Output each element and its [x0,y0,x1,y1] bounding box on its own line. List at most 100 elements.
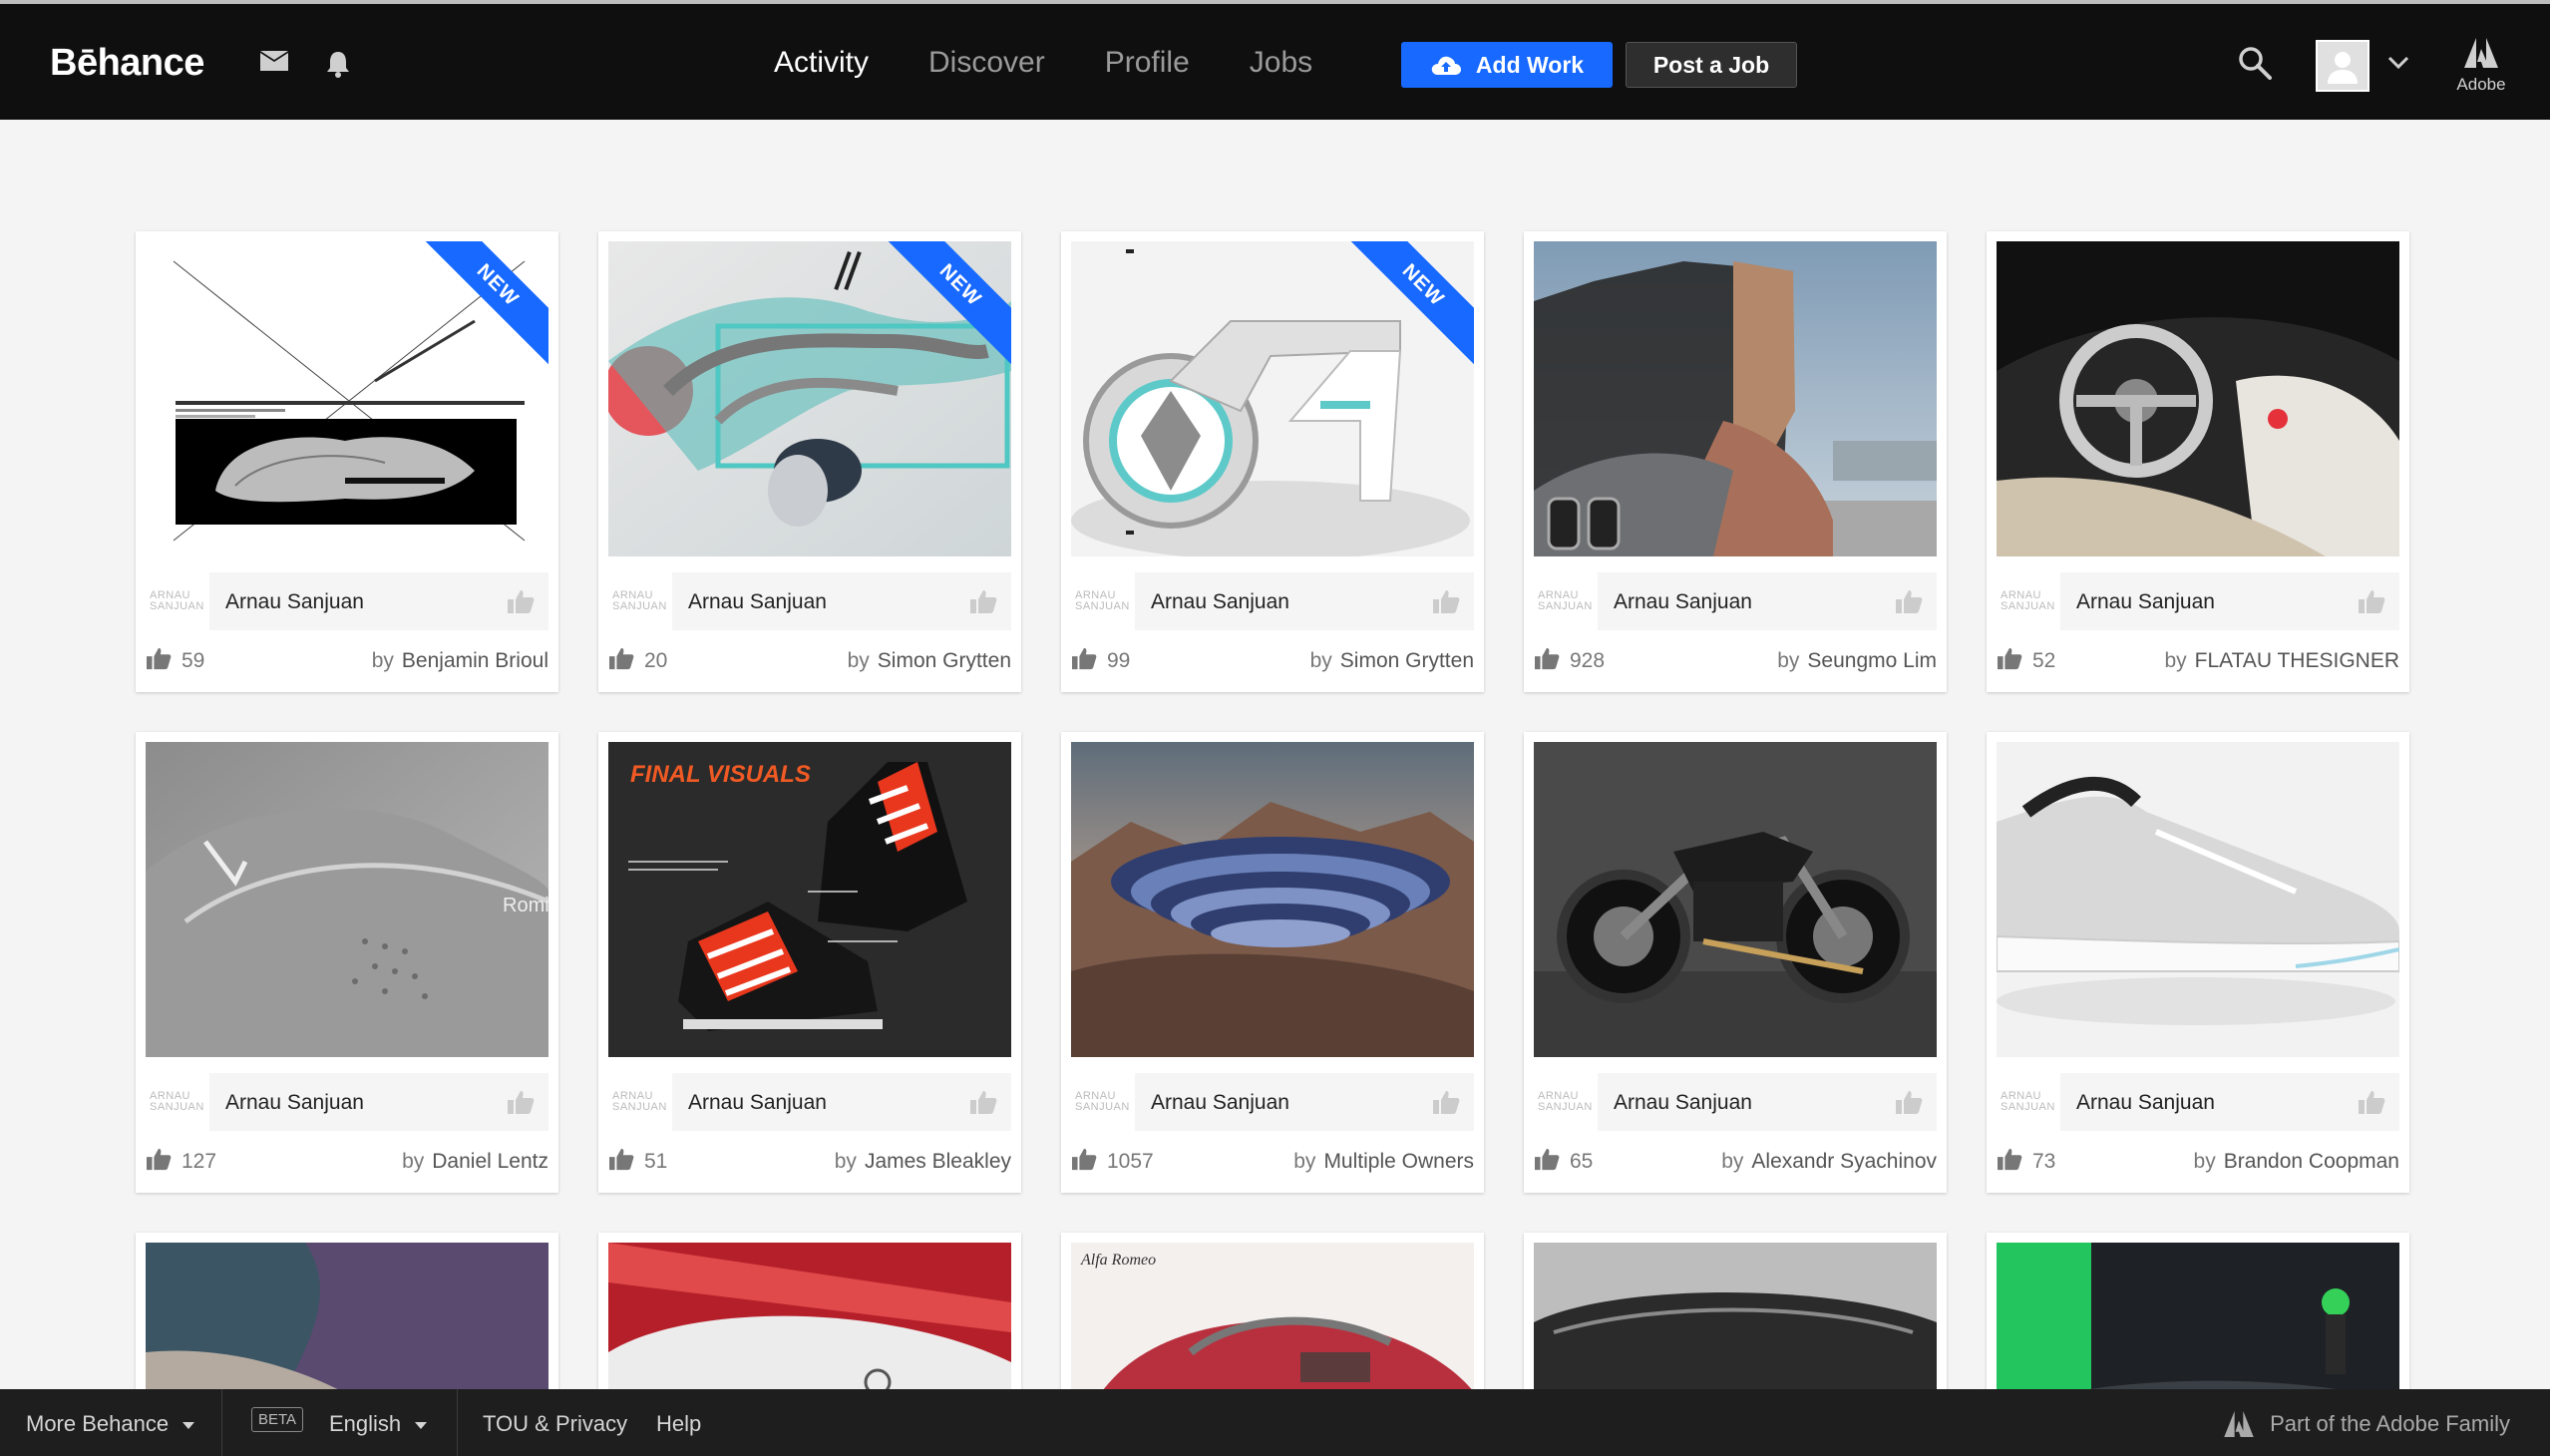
thumbs-up-icon [147,1148,172,1171]
project-card[interactable]: ARNAU SANJUAN Arnau Sanjuan 73 by Brandon… [1987,732,2409,1193]
author-name[interactable]: Brandon Coopman [2224,1150,2399,1173]
project-card[interactable]: NEW ARNAU SANJUAN Arnau Sanjuan 99 by Sim… [1061,231,1484,692]
search-icon[interactable] [2238,46,2272,80]
owner-name[interactable]: Arnau Sanjuan [225,590,364,614]
owner-chip[interactable]: Arnau Sanjuan [1135,1073,1474,1131]
thumbs-up-icon[interactable] [1432,1089,1460,1115]
project-thumbnail[interactable] [1997,742,2399,1057]
more-behance-menu[interactable]: More Behance [26,1411,195,1437]
project-card[interactable]: ARNAU SANJUAN Arnau Sanjuan 1057 by Multi… [1061,732,1484,1193]
owner-name[interactable]: Arnau Sanjuan [1151,590,1289,614]
footer-bar: More Behance BETA English TOU & Privacy … [0,1389,2550,1456]
owner-name[interactable]: Arnau Sanjuan [2076,1091,2215,1115]
owner-chip[interactable]: Arnau Sanjuan [2060,1073,2399,1131]
project-thumbnail[interactable] [1534,241,1937,556]
caret-down-icon [182,1421,195,1429]
thumbs-up-icon[interactable] [2358,588,2385,614]
author-name[interactable]: FLATAU THESIGNER [2195,649,2399,672]
owner-logo: ARNAU SANJUAN [2001,589,2055,612]
likes-count: 99 [1107,649,1131,672]
owner-chip[interactable]: Arnau Sanjuan [672,1073,1011,1131]
project-card[interactable]: ARNAU SANJUAN Arnau Sanjuan 52 by FLATAU … [1987,231,2409,692]
owner-name[interactable]: Arnau Sanjuan [1614,1091,1752,1115]
owner-logo: ARNAU SANJUAN [150,589,204,612]
author-name[interactable]: Benjamin Brioul [402,649,548,672]
owner-chip[interactable]: Arnau Sanjuan [672,572,1011,630]
project-thumbnail[interactable]: FINAL VISUALS [608,742,1011,1057]
owner-logo: ARNAU SANJUAN [1075,589,1130,612]
thumbs-up-icon[interactable] [2358,1089,2385,1115]
owner-chip[interactable]: Arnau Sanjuan [209,1073,548,1131]
project-card[interactable]: NEW ARNAU SANJUAN Arnau Sanjuan 20 by Sim… [598,231,1021,692]
project-card[interactable]: FINAL VISUALS ARNAU SANJUAN Arnau Sanjua… [598,732,1021,1193]
behance-logo[interactable]: Bēhance [50,42,204,85]
owner-name[interactable]: Arnau Sanjuan [225,1091,364,1115]
owner-name[interactable]: Arnau Sanjuan [1151,1091,1289,1115]
thumbs-up-icon[interactable] [507,1089,535,1115]
thumbs-up-icon[interactable] [969,588,997,614]
project-thumbnail[interactable] [1071,742,1474,1057]
project-stats: 928 by Seungmo Lim [1534,646,1937,676]
tou-privacy-link[interactable]: TOU & Privacy [483,1411,627,1437]
owner-name[interactable]: Arnau Sanjuan [688,1091,827,1115]
help-link[interactable]: Help [656,1411,701,1437]
caret-down-icon [415,1421,428,1429]
owner-chip[interactable]: Arnau Sanjuan [2060,572,2399,630]
project-card[interactable]: ARNAU SANJUAN Arnau Sanjuan 65 by Alexand… [1524,732,1947,1193]
owner-name[interactable]: Arnau Sanjuan [2076,590,2215,614]
add-work-button[interactable]: Add Work [1401,42,1613,88]
mail-icon[interactable] [259,50,289,72]
user-avatar[interactable] [2316,40,2369,92]
author-name[interactable]: Simon Grytten [878,649,1011,672]
project-thumbnail[interactable]: NEW [146,241,548,556]
thumbs-up-icon[interactable] [1432,588,1460,614]
nav-activity[interactable]: Activity [774,46,869,80]
nav-profile[interactable]: Profile [1105,46,1190,80]
author-name[interactable]: Seungmo Lim [1807,649,1937,672]
post-a-job-button[interactable]: Post a Job [1626,42,1797,88]
project-thumbnail[interactable]: NEW [608,241,1011,556]
thumbs-up-icon [609,1148,634,1171]
author-name[interactable]: Multiple Owners [1323,1150,1474,1173]
project-thumbnail[interactable]: Romi [146,742,548,1057]
owner-chip[interactable]: Arnau Sanjuan [1135,572,1474,630]
nav-jobs[interactable]: Jobs [1250,46,1312,80]
thumbs-up-icon [609,647,634,670]
author-credit: by Simon Grytten [847,649,1011,672]
project-card[interactable]: Romi ARNAU SANJUAN Arnau Sanjuan 127 by D… [136,732,558,1193]
likes-count: 127 [182,1150,217,1173]
author-name[interactable]: Simon Grytten [1340,649,1474,672]
project-thumbnail[interactable] [1534,742,1937,1057]
thumbs-up-icon[interactable] [507,588,535,614]
author-credit: by Simon Grytten [1309,649,1474,672]
thumbs-up-icon[interactable] [1895,588,1923,614]
project-thumbnail[interactable] [1997,241,2399,556]
author-name[interactable]: Alexandr Syachinov [1751,1150,1937,1173]
thumbs-up-icon[interactable] [1895,1089,1923,1115]
owner-logo: ARNAU SANJUAN [1538,589,1593,612]
likes-count: 73 [2032,1150,2056,1173]
chevron-down-icon[interactable] [2387,56,2409,70]
nav-discover[interactable]: Discover [928,46,1045,80]
owner-name[interactable]: Arnau Sanjuan [1614,590,1752,614]
project-stats: 52 by FLATAU THESIGNER [1997,646,2399,676]
adobe-family-link[interactable]: Part of the Adobe Family [2224,1411,2510,1437]
project-card[interactable]: ARNAU SANJUAN Arnau Sanjuan 928 by Seungm… [1524,231,1947,692]
author-credit: by Daniel Lentz [402,1150,548,1173]
owner-logo: ARNAU SANJUAN [1538,1090,1593,1113]
bell-icon[interactable] [325,50,351,78]
owner-chip[interactable]: Arnau Sanjuan [1598,572,1937,630]
language-selector[interactable]: English [329,1411,428,1437]
project-thumbnail[interactable]: NEW [1071,241,1474,556]
owner-name[interactable]: Arnau Sanjuan [688,590,827,614]
owner-chip[interactable]: Arnau Sanjuan [209,572,548,630]
adobe-link[interactable]: Adobe [2449,38,2513,95]
author-name[interactable]: Daniel Lentz [432,1150,548,1173]
project-card[interactable]: NEW ARNAU SANJUAN Arnau Sanjuan 59 by Ben… [136,231,558,692]
owner-chip[interactable]: Arnau Sanjuan [1598,1073,1937,1131]
thumbs-up-icon[interactable] [969,1089,997,1115]
footer-divider [221,1389,222,1456]
owner-row: ARNAU SANJUAN Arnau Sanjuan [1534,1073,1937,1131]
author-name[interactable]: James Bleakley [865,1150,1011,1173]
thumbs-up-icon [1535,647,1560,670]
